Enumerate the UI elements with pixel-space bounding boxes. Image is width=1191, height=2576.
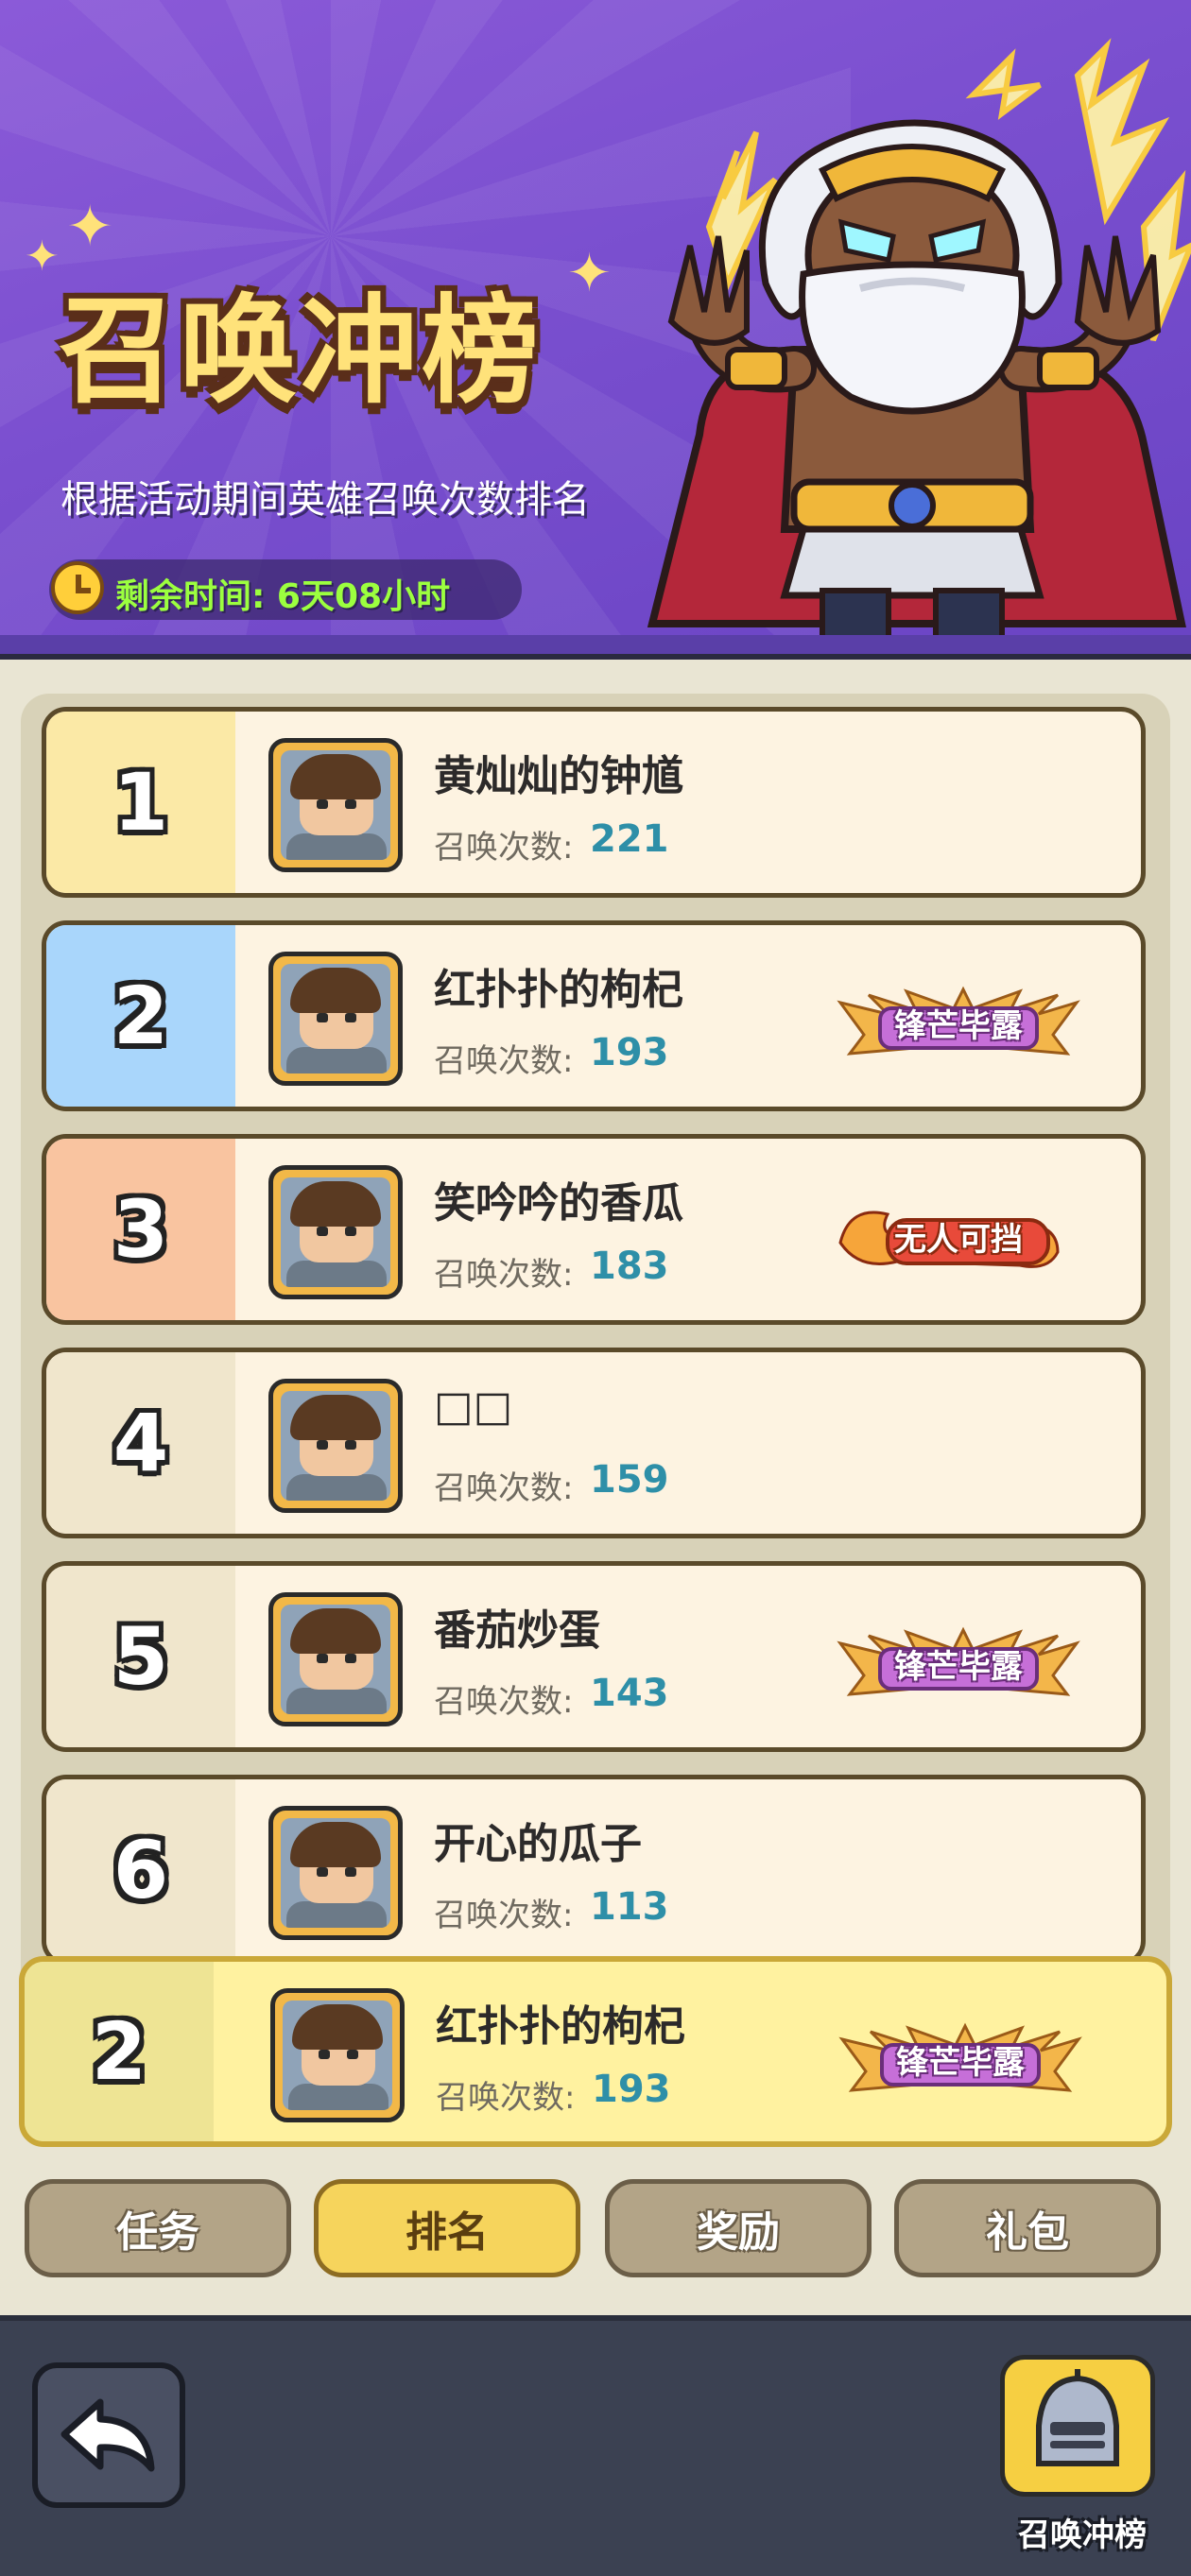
badge-label: 锋芒毕露 [896, 2043, 1025, 2082]
summon-count-label: 召唤次数: [434, 1256, 574, 1294]
summon-count-label: 召唤次数: [434, 1897, 574, 1934]
summon-count-value: 113 [590, 1885, 669, 1929]
player-name: 红扑扑的枸杞 [434, 966, 683, 1014]
event-title: 召唤冲榜 [59, 283, 544, 420]
summon-count-label: 召唤次数: [434, 829, 574, 867]
player-name: 开心的瓜子 [434, 1820, 642, 1868]
summon-count-value: 183 [590, 1245, 669, 1288]
tab-gift-pack[interactable]: 礼包 [894, 2179, 1161, 2277]
ranking-row[interactable]: 2 红扑扑的枸杞 召唤次数: 193 锋芒毕露 [42, 920, 1146, 1111]
badge-label: 锋芒毕露 [894, 1006, 1023, 1045]
zeus-hero-illustration [647, 38, 1191, 635]
event-subtitle: 根据活动期间英雄召唤次数排名 [60, 478, 590, 522]
rank-number: 4 [46, 1352, 235, 1534]
title-badge: 锋芒毕露 [833, 2018, 1088, 2100]
avatar[interactable] [268, 1806, 403, 1940]
footer-bar: 召唤冲榜 [0, 2315, 1191, 2576]
tab-ranking[interactable]: 排名 [314, 2179, 580, 2277]
banner-divider [0, 635, 1191, 660]
summon-ranking-event-button[interactable]: 召唤冲榜 [1000, 2355, 1155, 2554]
ranking-row[interactable]: 1 黄灿灿的钟馗 召唤次数: 221 [42, 707, 1146, 898]
remaining-time: 剩余时间: 6天08小时 [49, 559, 522, 620]
sparkle-icon: ✦ [66, 194, 114, 260]
summon-count-label: 召唤次数: [436, 2079, 576, 2117]
summon-ranking-event-label: 召唤冲榜 [1018, 2516, 1147, 2554]
avatar[interactable] [268, 1165, 403, 1299]
player-name: □□ [434, 1382, 513, 1431]
avatar[interactable] [268, 952, 403, 1086]
title-badge: 锋芒毕露 [831, 982, 1086, 1063]
back-button[interactable] [32, 2362, 185, 2508]
rank-number: 6 [46, 1779, 235, 1961]
rank-number: 3 [46, 1139, 235, 1320]
rank-number: 1 [46, 712, 235, 893]
summon-count-label: 召唤次数: [434, 1042, 574, 1080]
ranking-row[interactable]: 4 □□ 召唤次数: 159 [42, 1348, 1146, 1538]
summon-count-value: 193 [590, 1031, 669, 1074]
rank-number: 2 [25, 1962, 214, 2141]
player-name: 笑吟吟的香瓜 [434, 1179, 683, 1228]
ranking-row[interactable]: 5 番茄炒蛋 召唤次数: 143 锋芒毕露 [42, 1561, 1146, 1752]
title-badge: 无人可挡 [831, 1195, 1086, 1277]
avatar[interactable] [268, 1379, 403, 1513]
sparkle-icon: ✦ [567, 243, 612, 304]
summon-count-value: 143 [590, 1672, 669, 1715]
event-banner: ✦ ✦ ✦ 召唤冲榜 根据活动期间英雄召唤次数排名 剩余时间: 6天08小时 [0, 0, 1191, 635]
avatar[interactable] [270, 1988, 405, 2122]
sparkle-icon: ✦ [25, 232, 60, 281]
back-arrow-icon [60, 2398, 155, 2472]
summon-count-value: 193 [592, 2068, 671, 2111]
summon-count-label: 召唤次数: [434, 1469, 574, 1507]
summon-count-value: 159 [590, 1458, 669, 1502]
rank-number: 5 [46, 1566, 235, 1747]
avatar[interactable] [268, 738, 403, 872]
player-name: 黄灿灿的钟馗 [434, 752, 683, 800]
badge-label: 无人可挡 [894, 1220, 1023, 1259]
title-badge: 锋芒毕露 [831, 1623, 1086, 1704]
ranking-row[interactable]: 3 笑吟吟的香瓜 召唤次数: 183 无人可挡 [42, 1134, 1146, 1325]
remaining-time-text: 剩余时间: 6天08小时 [115, 577, 451, 616]
bottom-tabs: 任务 排名 奖励 礼包 [25, 2179, 1170, 2279]
knight-helmet-icon [1036, 2369, 1119, 2466]
ranking-row[interactable]: 6 开心的瓜子 召唤次数: 113 [42, 1775, 1146, 1966]
tab-rewards[interactable]: 奖励 [605, 2179, 872, 2277]
rank-number: 2 [46, 925, 235, 1107]
summon-count-value: 221 [590, 817, 669, 861]
clock-icon [51, 561, 104, 614]
my-ranking-row[interactable]: 2 红扑扑的枸杞 召唤次数: 193 锋芒毕露 [19, 1956, 1172, 2147]
avatar[interactable] [268, 1592, 403, 1726]
player-name: 红扑扑的枸杞 [436, 2002, 685, 2051]
summon-count-label: 召唤次数: [434, 1683, 574, 1721]
tab-tasks[interactable]: 任务 [25, 2179, 291, 2277]
badge-label: 锋芒毕露 [894, 1647, 1023, 1686]
player-name: 番茄炒蛋 [434, 1606, 600, 1655]
